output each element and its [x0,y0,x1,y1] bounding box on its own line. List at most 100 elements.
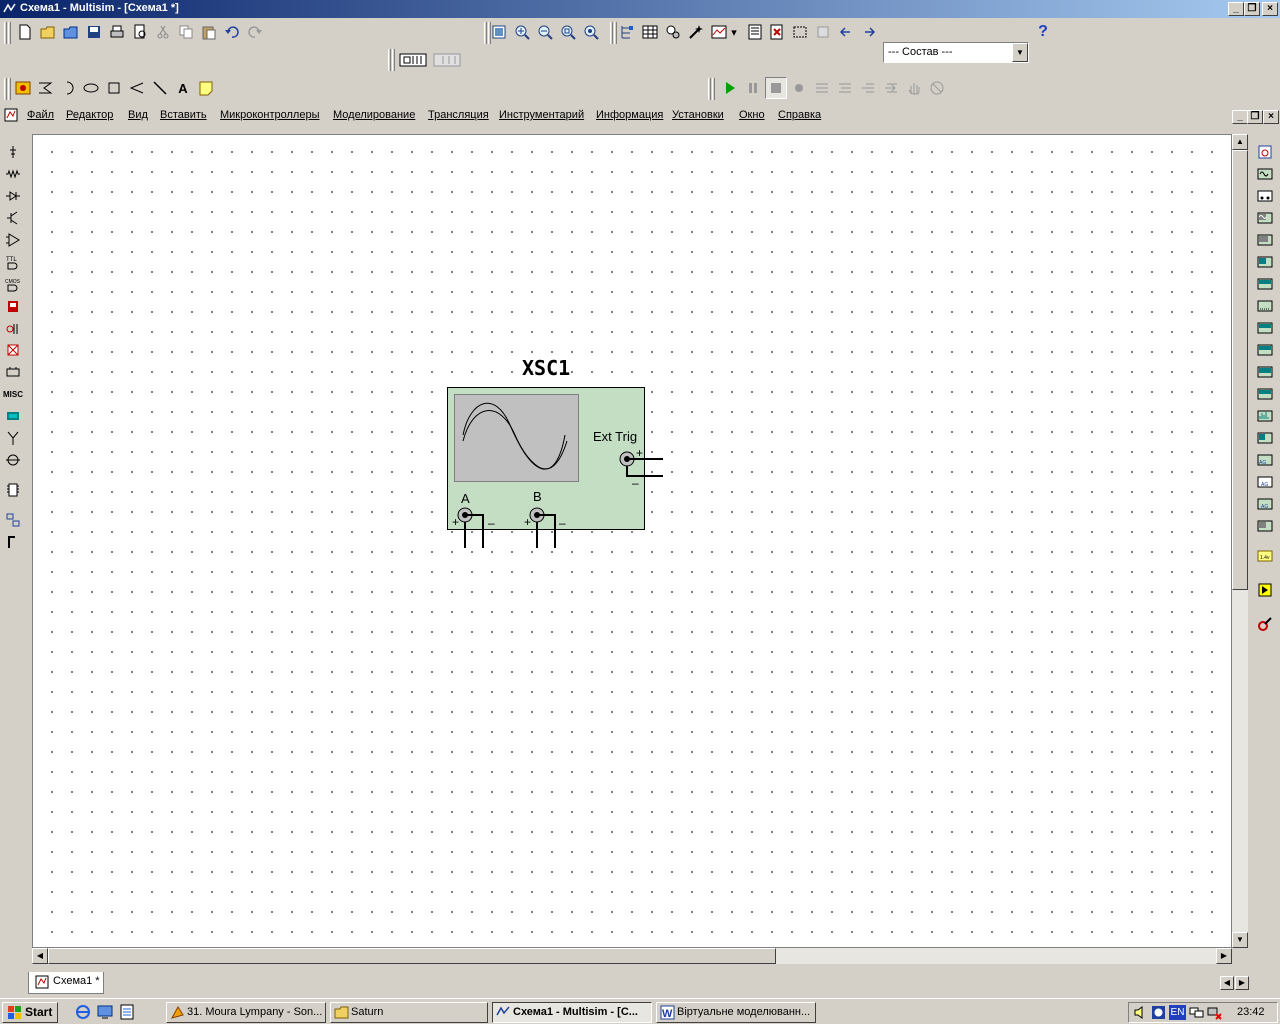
step-out-icon[interactable] [857,77,879,99]
grapher-dropdown-icon[interactable]: ▾ [728,21,740,43]
mcu-icon[interactable] [2,480,24,500]
comment-icon[interactable] [195,77,217,99]
ttl-icon[interactable]: TTL [2,252,24,272]
print-icon[interactable] [106,21,128,43]
task-word-document[interactable]: W Віртуальне моделюванн... [656,1002,816,1023]
current-probe-icon[interactable] [1254,614,1276,634]
ellipse-icon[interactable] [80,77,102,99]
antivirus-icon[interactable] [1151,1005,1166,1020]
start-button[interactable]: Start [2,1002,58,1023]
close-button[interactable]: × [1262,2,1278,16]
doc-close-button[interactable]: × [1263,110,1279,124]
iv-analyzer-icon[interactable] [1254,362,1276,382]
polygon-icon[interactable] [34,77,56,99]
misc-digital-icon[interactable] [2,296,24,316]
open-folder-icon[interactable] [37,21,59,43]
clear-erc-markers-icon[interactable] [789,21,811,43]
remove-breakpoints-icon[interactable] [926,77,948,99]
menu-options[interactable]: Установки [672,109,724,121]
menu-window[interactable]: Окно [739,109,765,121]
indicator-icon[interactable] [2,340,24,360]
agilent-function-generator-icon[interactable]: AG [1254,450,1276,470]
basic-resistor-icon[interactable] [2,164,24,184]
multimeter-icon[interactable] [1254,142,1276,162]
oscilloscope-icon[interactable] [1254,208,1276,228]
menu-mcu[interactable]: Микроконтроллеры [220,109,320,121]
grapher-icon[interactable] [708,21,730,43]
line-icon[interactable] [149,77,171,99]
vertical-scroll-thumb[interactable] [1232,150,1248,590]
scroll-down-icon[interactable]: ▼ [1232,932,1248,948]
language-indicator[interactable]: EN [1169,1005,1186,1020]
show-grid-toggle-icon[interactable] [398,49,428,71]
postprocessor-icon[interactable] [744,21,766,43]
tab-scroll-left-icon[interactable]: ◀ [1220,976,1234,990]
scroll-right-icon[interactable]: ▶ [1216,948,1232,964]
forward-annotate-icon[interactable] [858,21,880,43]
spectrum-analyzer-icon[interactable] [1254,406,1276,426]
set-breakpoint-icon[interactable] [788,77,810,99]
show-border-toggle-icon[interactable] [432,49,462,71]
open-samples-icon[interactable] [60,21,82,43]
menu-simulate[interactable]: Моделирование [333,109,415,121]
pause-simulation-icon[interactable] [742,77,764,99]
horizontal-scroll-thumb[interactable] [48,948,776,964]
electrical-rules-check-icon[interactable] [766,21,788,43]
oscilloscope-terminals[interactable] [447,440,677,555]
mixed-icon[interactable] [2,318,24,338]
tab-schema1[interactable]: Схема1 * [28,972,104,994]
network-icon[interactable] [1189,1005,1204,1020]
internet-explorer-icon[interactable] [74,1003,92,1021]
zoom-out-icon[interactable] [534,21,556,43]
menu-edit[interactable]: Редактор [66,109,113,121]
power-source-icon[interactable] [2,142,24,162]
vertical-scrollbar[interactable]: ▲ ▼ [1232,134,1248,948]
task-saturn[interactable]: Saturn [330,1002,488,1023]
notepad-icon[interactable] [118,1003,136,1021]
arc-icon[interactable] [58,77,80,99]
electromechanical-icon[interactable] [2,450,24,470]
scroll-up-icon[interactable]: ▲ [1232,134,1248,150]
bode-plotter-icon[interactable] [1254,252,1276,272]
multiline-icon[interactable] [126,77,148,99]
four-channel-oscilloscope-icon[interactable] [1254,230,1276,250]
menu-file[interactable]: Файл [27,109,54,121]
rf-antenna-icon[interactable] [2,428,24,448]
zoom-in-icon[interactable] [511,21,533,43]
in-use-list-select[interactable]: --- Состав --- ▼ [883,42,1029,63]
restore-button[interactable]: ❐ [1244,2,1260,16]
step-into-icon[interactable] [811,77,833,99]
task-moura-lympany[interactable]: 31. Moura Lympany - Son... [166,1002,326,1023]
show-desktop-icon[interactable] [96,1003,114,1021]
menu-transfer[interactable]: Трансляция [428,109,489,121]
select-dropdown-arrow-icon[interactable]: ▼ [1012,43,1028,62]
transistor-icon[interactable] [2,208,24,228]
distortion-analyzer-icon[interactable] [1254,384,1276,404]
rectangle-icon[interactable] [103,77,125,99]
power-component-icon[interactable] [2,362,24,382]
undo-icon[interactable] [221,21,243,43]
minimize-button[interactable]: _ [1228,2,1244,16]
show-breadboard-icon[interactable] [812,21,834,43]
step-over-icon[interactable] [834,77,856,99]
agilent-oscilloscope-icon[interactable]: AG [1254,494,1276,514]
agilent-multimeter-icon[interactable]: AG [1254,472,1276,492]
bus-icon[interactable] [2,532,24,552]
menu-view[interactable]: Вид [128,109,148,121]
diode-icon[interactable] [2,186,24,206]
tektronix-oscilloscope-icon[interactable] [1254,516,1276,536]
frequency-counter-icon[interactable] [1254,274,1276,294]
design-toolbox-icon[interactable] [616,21,638,43]
paste-icon[interactable] [198,21,220,43]
stop-simulation-icon[interactable] [765,77,787,99]
network-disconnected-icon[interactable] [1207,1005,1222,1020]
save-icon[interactable] [83,21,105,43]
zoom-area-icon[interactable] [557,21,579,43]
logic-analyzer-icon[interactable] [1254,318,1276,338]
task-multisim[interactable]: Схема1 - Multisim - [С... [492,1002,652,1023]
tab-scroll-right-icon[interactable]: ▶ [1235,976,1249,990]
advanced-peripherals-icon[interactable] [2,406,24,426]
component-wizard-icon[interactable] [685,21,707,43]
function-generator-icon[interactable] [1254,164,1276,184]
logic-converter-icon[interactable] [1254,340,1276,360]
